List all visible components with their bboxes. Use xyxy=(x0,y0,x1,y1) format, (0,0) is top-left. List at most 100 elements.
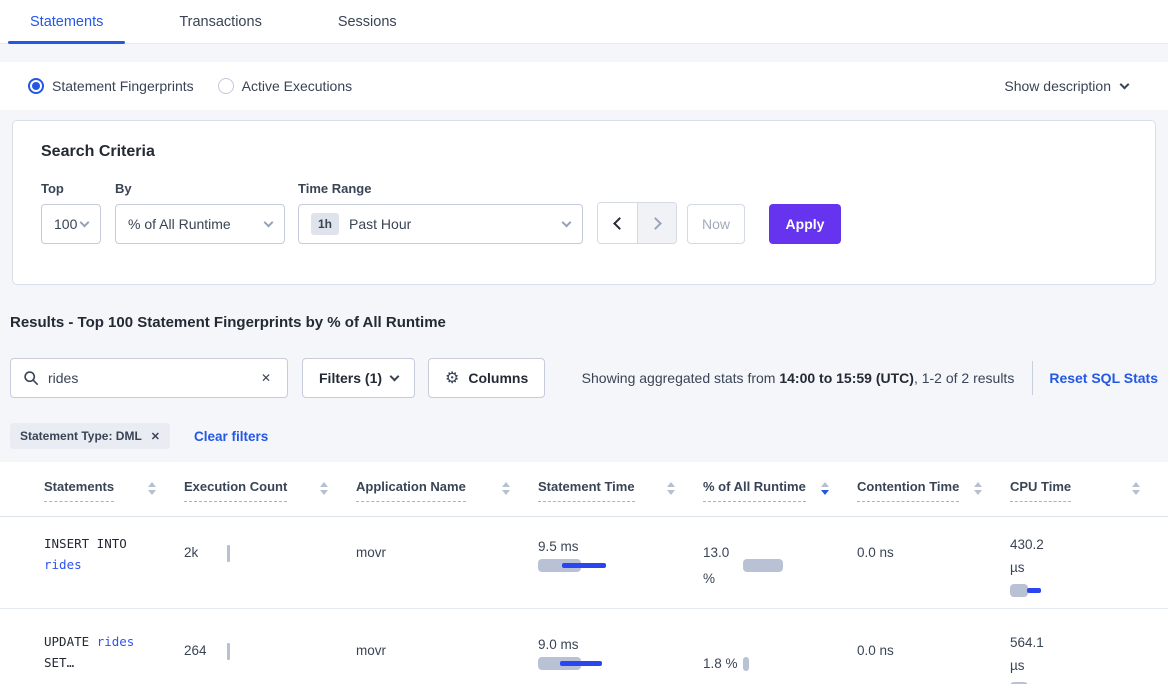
search-input[interactable] xyxy=(48,370,257,386)
search-criteria-card: Search Criteria Top 100 By % of All Runt… xyxy=(12,120,1156,285)
sql-text: UPDATE xyxy=(44,634,97,649)
statement-time-bar xyxy=(538,559,610,573)
radio-active-executions[interactable]: Active Executions xyxy=(218,78,353,94)
results-section: Results - Top 100 Statement Fingerprints… xyxy=(0,314,1168,449)
search-box: ✕ xyxy=(10,358,288,398)
column-header-execution-count[interactable]: Execution Count xyxy=(184,479,356,502)
by-select-value: % of All Runtime xyxy=(128,216,231,232)
apply-button[interactable]: Apply xyxy=(769,204,841,244)
column-header-pct-runtime[interactable]: % of All Runtime xyxy=(703,479,857,502)
pct-runtime-cell: 1.8 % xyxy=(703,631,857,684)
by-select[interactable]: % of All Runtime xyxy=(115,204,285,244)
statement-link-rides[interactable]: rides xyxy=(97,634,135,649)
statement-link-rides[interactable]: rides xyxy=(44,557,82,572)
apply-button-label: Apply xyxy=(786,216,825,232)
column-header-label: Application Name xyxy=(356,479,466,502)
tab-sessions-label: Sessions xyxy=(338,14,397,30)
top-select[interactable]: 100 xyxy=(41,204,101,244)
statement-time-bar xyxy=(538,657,610,671)
sort-icon xyxy=(320,482,328,495)
search-criteria-controls: Top 100 By % of All Runtime Time Range 1… xyxy=(41,181,1127,244)
contention-time-value: 0.0 ns xyxy=(857,545,894,560)
vertical-divider xyxy=(1032,361,1033,395)
gear-icon: ⚙ xyxy=(445,368,459,388)
time-prev-button[interactable] xyxy=(598,203,637,243)
statement-time-cell: 9.5 ms xyxy=(538,539,703,598)
table-row: UPDATE rides SET… 264 movr 9.0 ms 1.8 % … xyxy=(0,609,1168,684)
column-header-application-name[interactable]: Application Name xyxy=(356,479,538,502)
show-description-toggle[interactable]: Show description xyxy=(1004,78,1128,94)
column-header-label: Statements xyxy=(44,479,114,502)
now-button-label: Now xyxy=(702,216,730,232)
search-icon xyxy=(23,370,39,386)
results-toolbar: ✕ Filters (1) ⚙ Columns Showing aggregat… xyxy=(10,358,1158,398)
statements-table: Statements Execution Count Application N… xyxy=(0,462,1168,684)
pct-runtime-bar xyxy=(743,657,749,671)
by-label: By xyxy=(115,181,285,196)
sql-text: INSERT INTO xyxy=(44,536,127,551)
tab-transactions[interactable]: Transactions xyxy=(157,0,283,43)
bar-gray xyxy=(1010,584,1028,597)
top-tab-bar: Statements Transactions Sessions xyxy=(0,0,1168,44)
column-header-label: Contention Time xyxy=(857,479,959,502)
statement-cell: INSERT INTO rides xyxy=(44,533,162,598)
now-button[interactable]: Now xyxy=(687,204,745,244)
pct-runtime-value: 13.0 % xyxy=(703,540,743,592)
sort-icon xyxy=(974,482,982,495)
sql-text: SET… xyxy=(44,655,74,670)
time-next-button[interactable] xyxy=(637,203,676,243)
cpu-time-value: 430.2 µs xyxy=(1010,533,1058,579)
sort-desc-icon xyxy=(821,482,829,495)
sort-icon xyxy=(667,482,675,495)
tab-statements-label: Statements xyxy=(30,14,103,30)
statement-cell: UPDATE rides SET… xyxy=(44,631,162,684)
tab-statements[interactable]: Statements xyxy=(8,0,125,43)
column-header-label: Execution Count xyxy=(184,479,287,502)
stats-area: Showing aggregated stats from 14:00 to 1… xyxy=(582,361,1158,395)
time-range-badge: 1h xyxy=(311,213,339,235)
column-header-statement-time[interactable]: Statement Time xyxy=(538,479,703,502)
application-name-value: movr xyxy=(356,643,386,658)
cpu-time-value: 564.1 µs xyxy=(1010,631,1058,677)
clear-search-icon[interactable]: ✕ xyxy=(257,369,275,387)
execution-count-cell: 264 xyxy=(184,643,356,684)
chevron-down-icon xyxy=(1120,79,1130,89)
application-name-cell: movr xyxy=(356,643,538,684)
clear-filters-link[interactable]: Clear filters xyxy=(194,429,268,444)
sort-icon xyxy=(502,482,510,495)
bar-blue xyxy=(1027,588,1041,593)
chevron-down-icon xyxy=(264,217,274,227)
filters-button[interactable]: Filters (1) xyxy=(302,358,415,398)
column-header-label: % of All Runtime xyxy=(703,479,806,502)
chevron-down-icon xyxy=(562,217,572,227)
columns-button[interactable]: ⚙ Columns xyxy=(428,358,545,398)
contention-time-cell: 0.0 ns xyxy=(857,545,1010,598)
pct-runtime-value: 1.8 % xyxy=(703,651,743,677)
radio-statement-fingerprints-label: Statement Fingerprints xyxy=(52,78,194,94)
chevron-down-icon xyxy=(390,371,400,381)
filters-button-label: Filters (1) xyxy=(319,370,382,386)
sort-icon xyxy=(1132,482,1140,495)
reset-sql-stats-link[interactable]: Reset SQL Stats xyxy=(1049,370,1158,386)
statement-time-value: 9.0 ms xyxy=(538,637,579,652)
chevron-right-icon xyxy=(649,217,662,230)
column-header-cpu-time[interactable]: CPU Time xyxy=(1010,479,1168,502)
pct-runtime-bar xyxy=(743,559,783,572)
execution-count-bar xyxy=(227,545,230,562)
top-control: Top 100 xyxy=(41,181,101,244)
tab-sessions[interactable]: Sessions xyxy=(316,0,419,43)
column-header-contention-time[interactable]: Contention Time xyxy=(857,479,1010,502)
columns-button-label: Columns xyxy=(468,370,528,386)
chevron-left-icon xyxy=(613,217,626,230)
aggregated-stats-text: Showing aggregated stats from 14:00 to 1… xyxy=(582,370,1015,386)
cpu-time-cell: 430.2 µs xyxy=(1010,533,1168,598)
remove-filter-icon[interactable]: ✕ xyxy=(151,430,160,443)
table-header-row: Statements Execution Count Application N… xyxy=(0,462,1168,517)
sort-icon xyxy=(148,482,156,495)
column-header-statements[interactable]: Statements xyxy=(44,479,184,502)
radio-statement-fingerprints[interactable]: Statement Fingerprints xyxy=(28,78,194,94)
execution-count-value: 2k xyxy=(184,545,198,560)
time-range-select[interactable]: 1h Past Hour xyxy=(298,204,583,244)
application-name-cell: movr xyxy=(356,545,538,598)
time-nav-group xyxy=(597,202,677,244)
